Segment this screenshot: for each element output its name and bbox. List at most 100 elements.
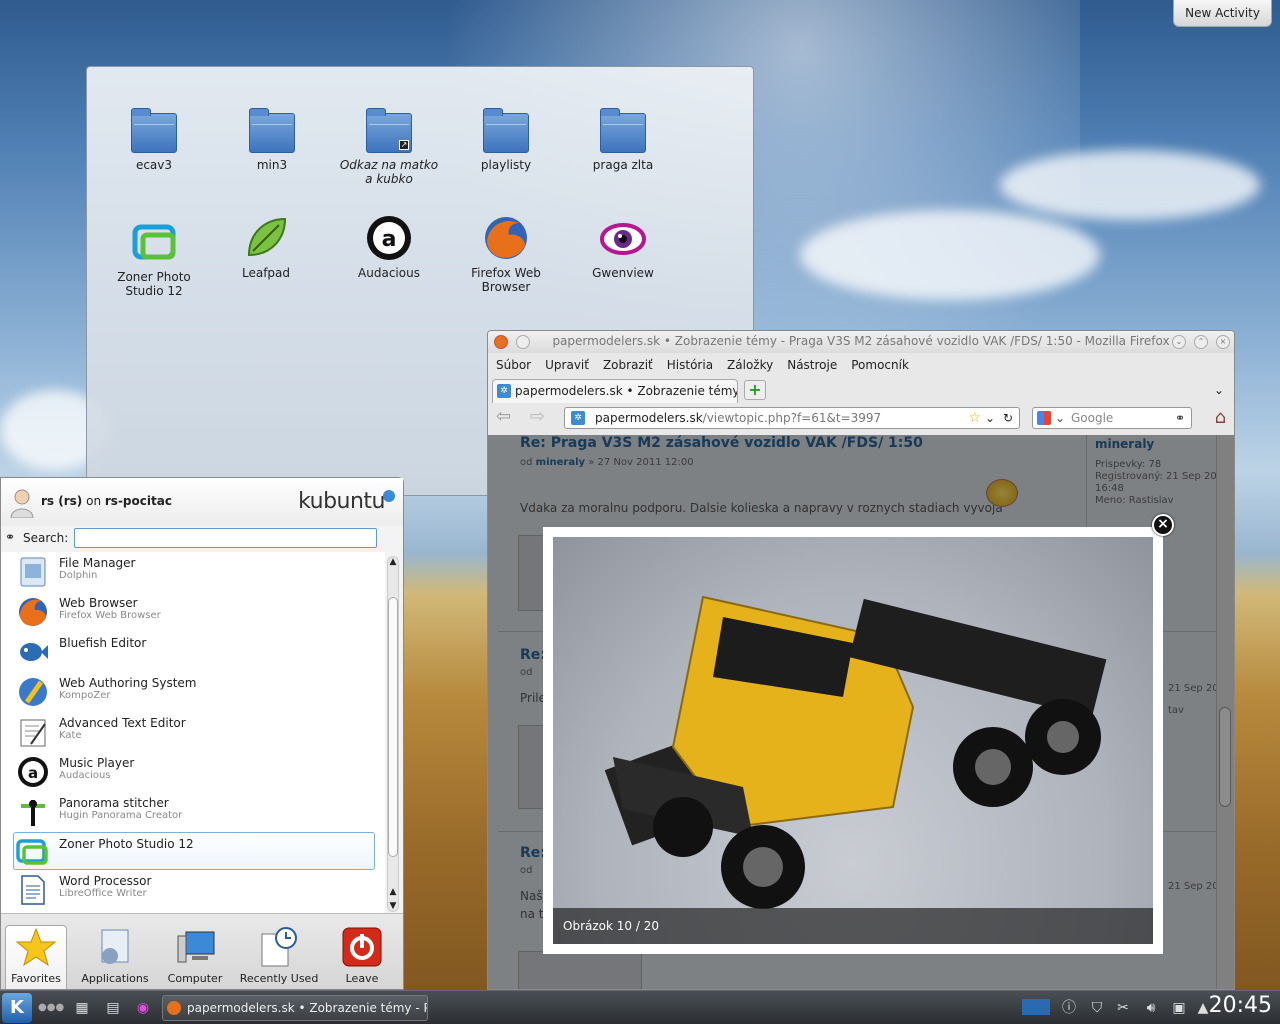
wallpaper-cloud [800,210,1100,300]
kate-icon [20,719,46,747]
kickoff-search: ⚭ Search: [1,526,403,552]
tab-list-chevron-icon[interactable]: ⌄ [1214,383,1224,397]
list-item-web-browser[interactable]: Web Browser Firefox Web Browser [1,592,385,632]
desktop-icon-min3[interactable]: min3 [220,108,324,172]
shield-icon[interactable]: ⛉ [1088,999,1106,1017]
desktop-icon-firefox[interactable]: Firefox Web Browser [454,215,558,294]
desktop-icon-audacious[interactable]: a Audacious [337,215,441,280]
home-button-icon[interactable]: ⌂ [1215,407,1226,428]
power-icon [341,926,383,968]
forward-button-icon[interactable]: ⇨ [530,406,545,427]
desktop-icon-ecav3[interactable]: ecav3 [102,108,206,172]
bookmark-star-icon[interactable]: ☆ [968,408,981,428]
binoculars-icon: ⚭ [5,530,16,544]
menu-bar: Súbor Upraviť Zobraziť História Záložky … [488,353,1234,377]
tab-applications[interactable]: Applications [75,926,155,985]
zoner-icon [131,219,177,265]
list-item-text-editor[interactable]: Advanced Text Editor Kate [1,712,385,752]
url-history-chevron-icon[interactable]: ⌄ [985,408,995,428]
kickoff-user-header: rs (rs) on rs-pocitac kubuntu [1,478,403,526]
menu-historia[interactable]: História [667,358,713,372]
favorites-scrollbar[interactable]: ▲ ▲ ▼ [387,556,399,912]
menu-pomocnik[interactable]: Pomocník [851,358,909,372]
menu-zobrazit[interactable]: Zobraziť [603,358,653,372]
desktop-icon-gwenview[interactable]: Gwenview [571,215,675,280]
firefox-icon[interactable] [494,335,508,349]
folder-icon [249,108,295,153]
hugin-icon [21,800,45,826]
firefox-icon [483,215,529,261]
task-firefox[interactable]: papermodelers.sk • Zobrazenie témy - Pra… [162,995,428,1021]
new-activity-button[interactable]: New Activity [1173,0,1272,27]
file-manager-icon [20,557,46,587]
new-tab-button[interactable]: + [744,380,766,400]
site-favicon-icon: ✲ [497,384,511,398]
lightbox-image[interactable]: Obrázok 10 / 20 [553,537,1153,944]
scroll-up-icon[interactable]: ▲ [388,887,398,897]
maximize-button[interactable]: ⌃ [1194,335,1208,349]
reload-icon[interactable]: ↻ [1003,408,1013,428]
close-button[interactable]: × [1216,335,1230,349]
window-titlebar[interactable]: papermodelers.sk • Zobrazenie témy - Pra… [488,331,1234,353]
list-item-web-authoring[interactable]: Web Authoring System KompoZer [1,672,385,712]
info-icon[interactable]: ⓘ [1060,999,1078,1017]
pager-icon[interactable]: ▦ [74,999,90,1017]
tab-computer[interactable]: Computer [155,926,235,985]
list-item-file-manager[interactable]: File Manager Dolphin [1,552,385,592]
list-item-zoner[interactable]: Zoner Photo Studio 12 [13,832,375,870]
tab-leave[interactable]: Leave [322,926,402,985]
kickoff-search-input[interactable] [74,528,377,548]
desktop-icon-playlisty[interactable]: playlisty [454,108,558,172]
desktop-icon-leafpad[interactable]: Leafpad [214,215,318,280]
firefox-icon [167,1001,181,1015]
tab-papermodelers[interactable]: ✲ papermodelers.sk • Zobrazenie témy -..… [492,379,738,403]
folder-icon [131,108,177,153]
applications-icon [94,926,136,968]
volume-icon[interactable]: 🔊︎ [1142,999,1160,1017]
user-avatar-icon [10,489,34,518]
list-item-bluefish[interactable]: Bluefish Editor [1,632,385,672]
star-icon [15,926,57,968]
audacious-icon: a [18,757,48,787]
lightbox-close-button[interactable]: × [1152,514,1174,536]
tab-recently-used[interactable]: Recently Used [239,926,319,985]
desktop-icon-odkaz[interactable]: ↗ Odkaz na matko a kubko [337,108,441,186]
network-icon[interactable]: ▣ [1170,999,1188,1017]
back-button-icon[interactable]: ⇦ [496,406,511,427]
desktop-icon-praga-zlta[interactable]: praga zlta [571,108,675,172]
lightbox-caption: Obrázok 10 / 20 [553,908,1153,944]
desktop-icon-zoner[interactable]: Zoner Photo Studio 12 [102,219,206,298]
display-icon[interactable] [1022,999,1050,1015]
url-bar[interactable]: ✲ papermodelers.sk/viewtopic.php?f=61&t=… [564,407,1020,429]
file-manager-launcher-icon[interactable]: ▤ [104,999,122,1017]
search-engine-chevron-icon[interactable]: ⌄ [1055,408,1065,428]
kompozer-icon [19,678,47,706]
taskbar-panel: K ●●● ▦ ▤ ◉ papermodelers.sk • Zobrazeni… [0,990,1280,1024]
clock[interactable]: 20:45 [1209,993,1272,1018]
gwenview-launcher-icon[interactable]: ◉ [134,999,152,1017]
scrollbar-thumb[interactable] [388,597,398,857]
minimize-button[interactable]: ⌄ [1172,335,1186,349]
klipper-scissors-icon[interactable]: ✂ [1114,999,1132,1017]
menu-upravit[interactable]: Upraviť [545,358,589,372]
kde-menu-button[interactable]: K [2,993,32,1023]
list-item-word-processor[interactable]: Word Processor LibreOffice Writer [1,870,385,910]
tab-bar: ✲ papermodelers.sk • Zobrazenie témy -..… [488,377,1234,403]
libreoffice-writer-icon [21,875,45,905]
scroll-up-icon[interactable]: ▲ [388,557,398,567]
search-binoculars-icon[interactable]: ⚭ [1175,408,1185,428]
tab-favorites[interactable]: Favorites [5,925,67,989]
list-item-music-player[interactable]: a Music Player Audacious [1,752,385,792]
menu-subor[interactable]: Súbor [496,358,531,372]
leafpad-icon [243,215,289,261]
activity-dots-icon[interactable]: ●●● [38,999,64,1017]
scroll-down-icon[interactable]: ▼ [388,901,398,911]
menu-nastroje[interactable]: Nástroje [787,358,837,372]
menu-zalozky[interactable]: Záložky [727,358,773,372]
favorites-list: File Manager Dolphin Web Browser Firefox… [1,552,385,914]
google-icon [1037,411,1051,425]
kickoff-tab-bar: Favorites Applications Computer Recently… [1,913,403,989]
list-item-panorama[interactable]: Panorama stitcher Hugin Panorama Creator [1,792,385,832]
window-menu-button[interactable] [516,335,530,349]
search-bar[interactable]: ⌄ Google ⚭ [1032,407,1192,429]
